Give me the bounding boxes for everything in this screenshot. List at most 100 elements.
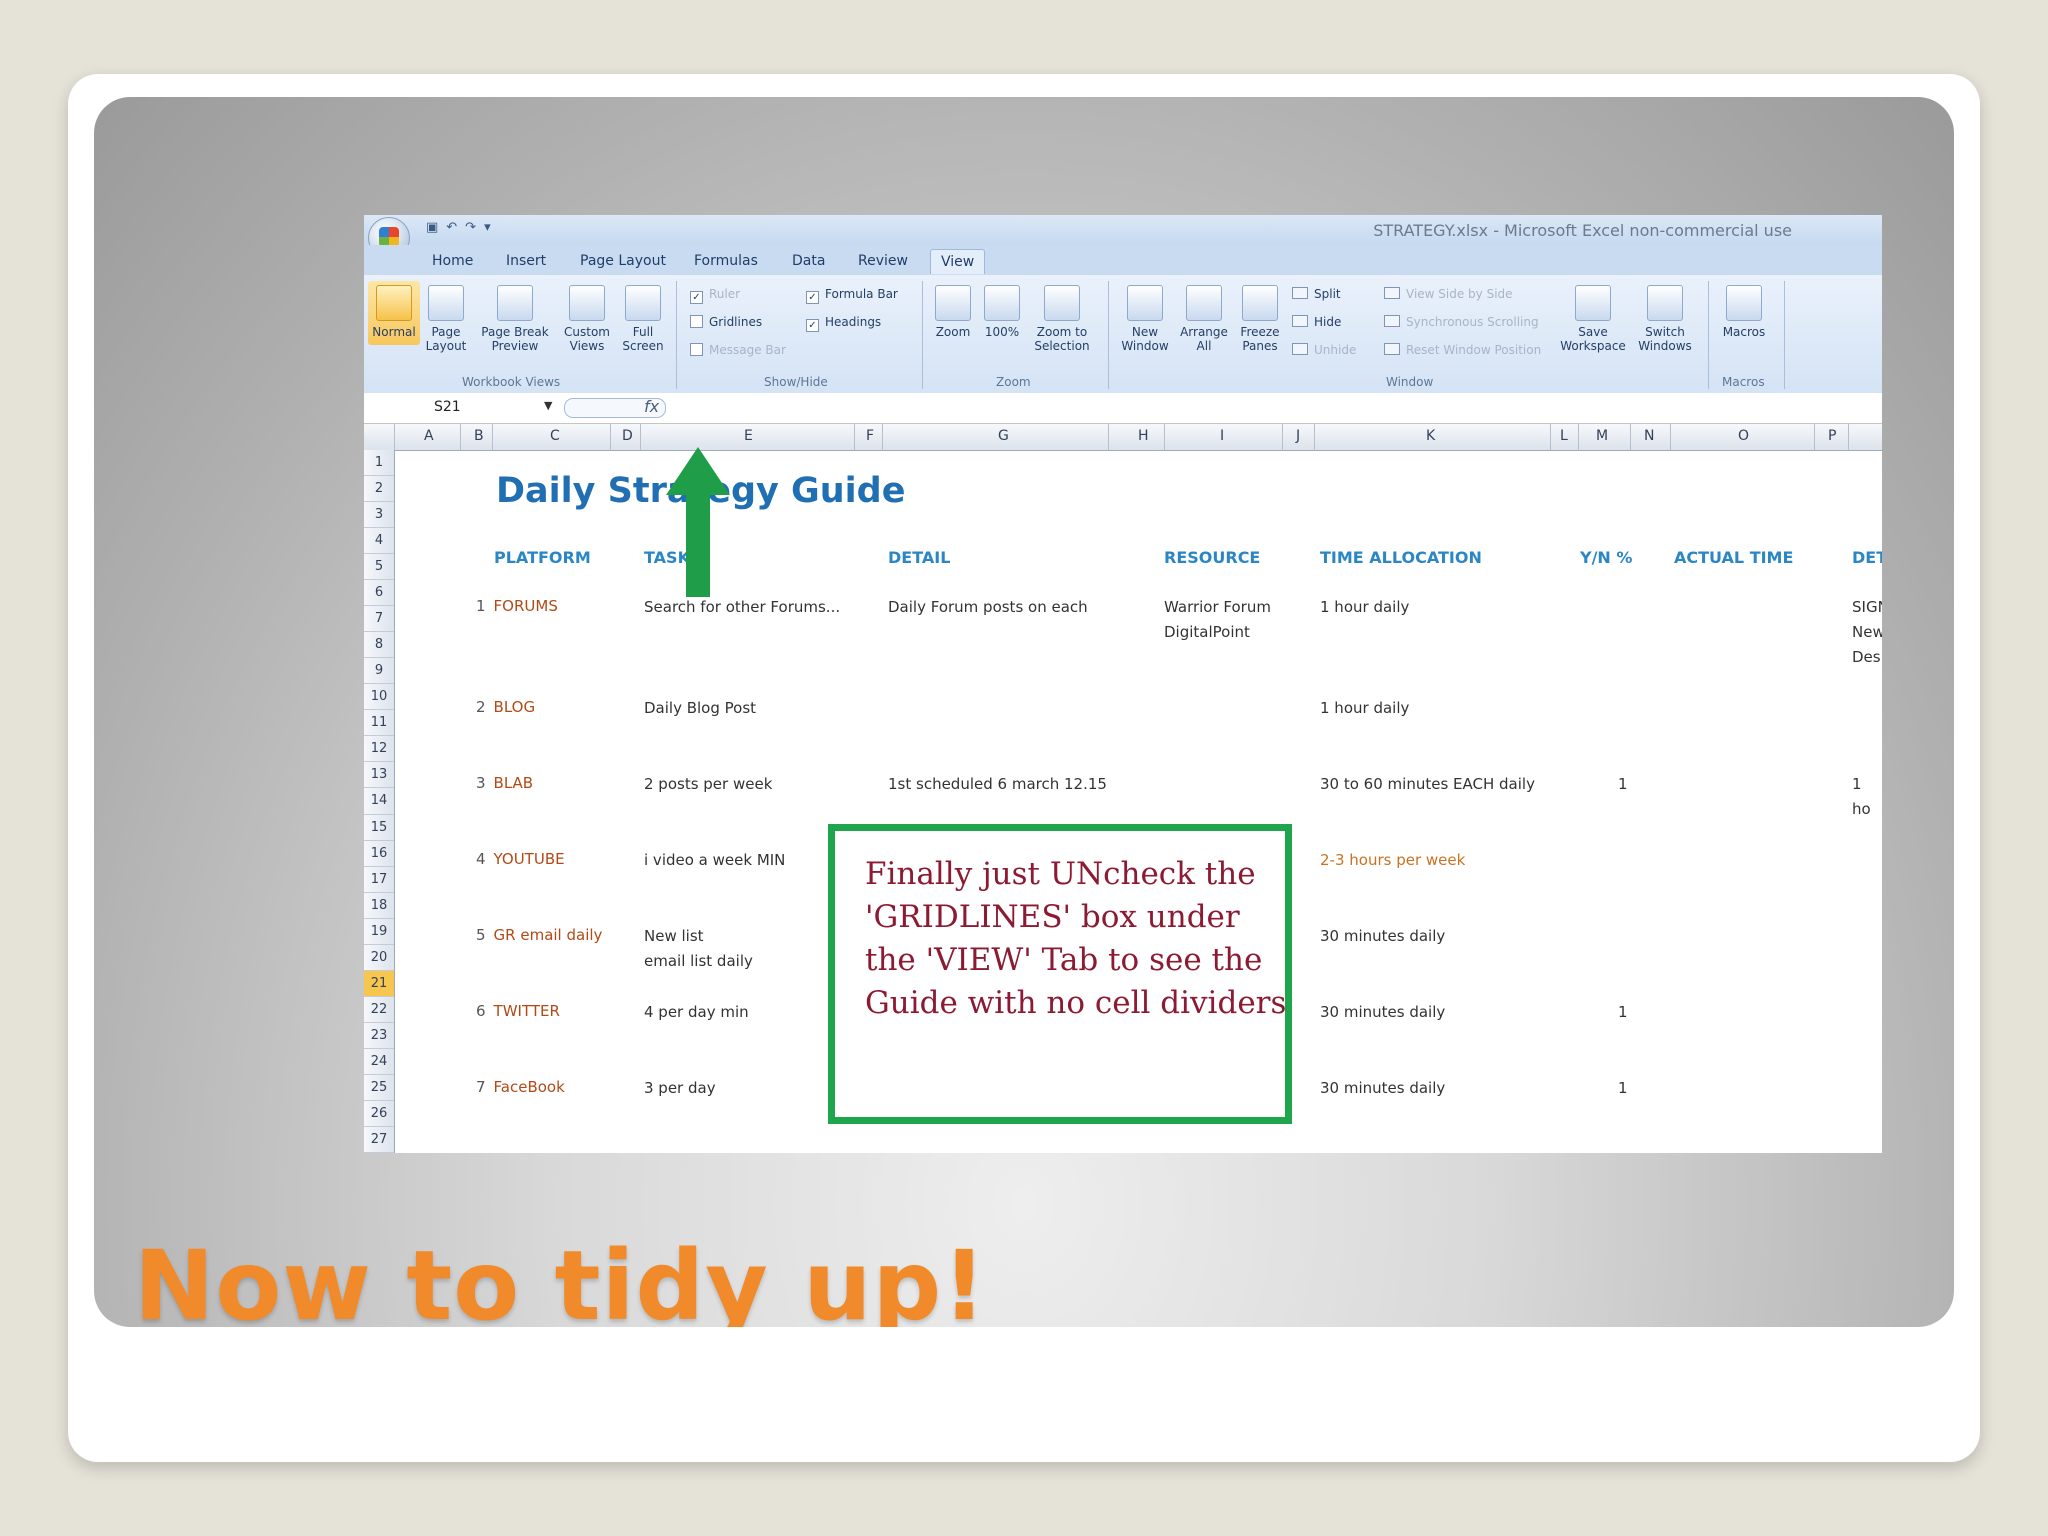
row-header[interactable]: 25	[364, 1075, 394, 1101]
row-header[interactable]: 2	[364, 476, 394, 503]
row-header[interactable]: 22	[364, 997, 394, 1023]
column-header[interactable]: B	[474, 428, 484, 444]
ribbon: Normal Page Layout Page Break Preview Cu…	[364, 275, 1882, 394]
tab-review[interactable]: Review	[858, 253, 908, 269]
row-header[interactable]: 7	[364, 606, 394, 633]
row-header[interactable]: 10	[364, 684, 394, 711]
row-header[interactable]: 20	[364, 945, 394, 971]
row-header[interactable]: 18	[364, 893, 394, 919]
column-header[interactable]: H	[1138, 428, 1149, 444]
save-workspace-button[interactable]: Save Workspace	[1560, 285, 1626, 353]
row-header[interactable]: 27	[364, 1127, 394, 1153]
column-header[interactable]: O	[1738, 428, 1749, 444]
unhide-button[interactable]: Unhide	[1292, 343, 1356, 357]
row-header[interactable]: 19	[364, 919, 394, 945]
tab-home[interactable]: Home	[432, 253, 473, 269]
row-header[interactable]: 11	[364, 710, 394, 737]
column-header[interactable]: N	[1644, 428, 1654, 444]
arrange-all-button[interactable]: Arrange All	[1176, 285, 1232, 353]
zoom-button[interactable]: Zoom	[930, 285, 976, 339]
name-box[interactable]: S21	[434, 399, 461, 415]
row-header[interactable]: 24	[364, 1049, 394, 1075]
platform-cell: 7 FaceBook	[476, 1078, 565, 1096]
tab-formulas[interactable]: Formulas	[694, 253, 758, 269]
name-box-dropdown-icon[interactable]: ▼	[544, 399, 552, 412]
column-header[interactable]: P	[1828, 428, 1836, 444]
det-cell: New	[1852, 623, 1882, 641]
macros-icon	[1726, 285, 1762, 321]
row-header[interactable]: 8	[364, 632, 394, 659]
row-header[interactable]: 14	[364, 788, 394, 815]
page-layout-view-button[interactable]: Page Layout	[422, 285, 470, 353]
column-header[interactable]: L	[1560, 428, 1568, 444]
full-screen-button[interactable]: Full Screen	[618, 285, 668, 353]
slide-panel: ▣↶↷▾ STRATEGY.xlsx - Microsoft Excel non…	[94, 97, 1954, 1327]
column-header[interactable]: F	[866, 428, 874, 444]
header-detail: DETAIL	[888, 548, 951, 567]
save-workspace-icon	[1575, 285, 1611, 321]
row-header[interactable]: 3	[364, 502, 394, 529]
column-header[interactable]: C	[550, 428, 560, 444]
row-header[interactable]: 16	[364, 841, 394, 867]
row-header[interactable]: 13	[364, 762, 394, 789]
zoom-100-button[interactable]: 100%	[982, 285, 1022, 339]
row-header[interactable]: 21	[364, 970, 394, 997]
ruler-checkbox[interactable]: ✓ Ruler	[690, 287, 740, 304]
row-header[interactable]: 12	[364, 736, 394, 763]
gridlines-checkbox[interactable]: Gridlines	[690, 315, 762, 329]
synchronous-scrolling-button[interactable]: Synchronous Scrolling	[1384, 315, 1539, 329]
time-cell: 30 minutes daily	[1320, 1079, 1446, 1097]
tab-page-layout[interactable]: Page Layout	[580, 253, 666, 269]
page-break-preview-button[interactable]: Page Break Preview	[476, 285, 554, 353]
row-header[interactable]: 23	[364, 1023, 394, 1049]
new-window-icon	[1127, 285, 1163, 321]
normal-view-button[interactable]: Normal	[368, 281, 420, 345]
column-header[interactable]: A	[424, 428, 434, 444]
reset-window-position-button[interactable]: Reset Window Position	[1384, 343, 1541, 357]
header-resource: RESOURCE	[1164, 548, 1261, 567]
resource-cell: Warrior Forum	[1164, 598, 1271, 616]
row-header[interactable]: 9	[364, 658, 394, 685]
formula-bar-checkbox[interactable]: ✓ Formula Bar	[806, 287, 898, 304]
headings-checkbox[interactable]: ✓ Headings	[806, 315, 881, 332]
formula-bar: S21 ▼ fx	[364, 393, 1882, 424]
column-header[interactable]: J	[1296, 428, 1300, 444]
magnifier-icon	[935, 285, 971, 321]
row-header[interactable]: 5	[364, 554, 394, 581]
row-header[interactable]: 6	[364, 580, 394, 607]
task-cell: email list daily	[644, 952, 753, 970]
column-header[interactable]: M	[1596, 428, 1608, 444]
zoom-to-selection-button[interactable]: Zoom to Selection	[1028, 285, 1096, 353]
freeze-panes-button[interactable]: Freeze Panes	[1234, 285, 1286, 353]
switch-windows-button[interactable]: Switch Windows	[1630, 285, 1700, 353]
macros-button[interactable]: Macros	[1716, 285, 1772, 339]
column-header[interactable]: G	[998, 428, 1009, 444]
row-header[interactable]: 15	[364, 815, 394, 841]
det-cell: Des	[1852, 648, 1881, 666]
quick-access-toolbar[interactable]: ▣↶↷▾	[426, 220, 499, 235]
sync-scroll-icon	[1384, 315, 1400, 327]
window-title: STRATEGY.xlsx - Microsoft Excel non-comm…	[1373, 221, 1792, 240]
column-header[interactable]: K	[1426, 428, 1435, 444]
tab-insert[interactable]: Insert	[506, 253, 546, 269]
custom-views-button[interactable]: Custom Views	[560, 285, 614, 353]
new-window-button[interactable]: New Window	[1116, 285, 1174, 353]
hide-button[interactable]: Hide	[1292, 315, 1341, 329]
insert-function-icon[interactable]: fx	[644, 397, 659, 416]
split-button[interactable]: Split	[1292, 287, 1341, 301]
row-header[interactable]: 17	[364, 867, 394, 893]
row-header[interactable]: 4	[364, 528, 394, 555]
view-side-by-side-button[interactable]: View Side by Side	[1384, 287, 1513, 301]
tab-view[interactable]: View	[930, 249, 986, 274]
column-header[interactable]: I	[1220, 428, 1224, 444]
row-header[interactable]: 26	[364, 1101, 394, 1127]
message-bar-checkbox[interactable]: Message Bar	[690, 343, 786, 357]
task-cell: 4 per day min	[644, 1003, 749, 1021]
row-header[interactable]: 1	[364, 450, 394, 477]
task-cell: Search for other Forums...	[644, 598, 841, 616]
column-header[interactable]: E	[744, 428, 753, 444]
group-label-window: Window	[1386, 375, 1434, 389]
column-header[interactable]: D	[622, 428, 633, 444]
tab-data[interactable]: Data	[792, 253, 825, 269]
callout-text: Finally just UNcheck the 'GRIDLINES' box…	[865, 856, 1287, 1021]
